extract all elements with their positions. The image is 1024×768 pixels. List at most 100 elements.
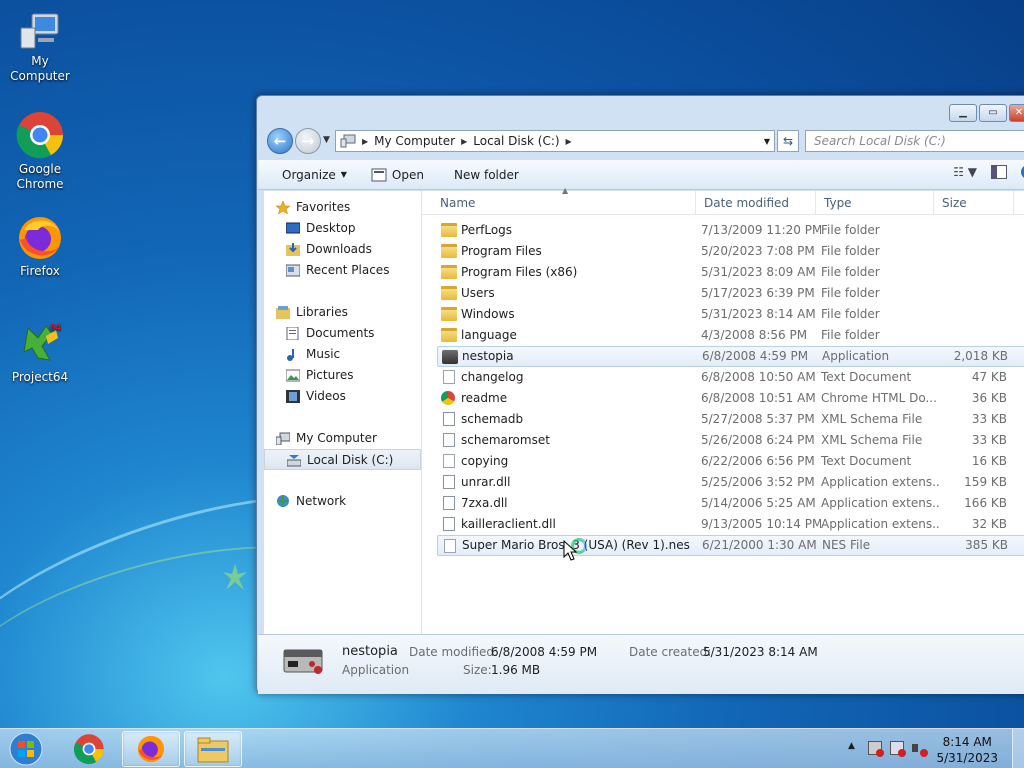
preview-pane-icon[interactable] [991, 165, 1007, 179]
nav-label: Favorites [296, 200, 351, 214]
explorer-window[interactable]: ▁ ▭ ✕ ← → ▼ ▶ My Computer ▶ Local Disk (… [256, 95, 1024, 694]
start-button[interactable] [4, 731, 48, 767]
nav-libraries[interactable]: Libraries [264, 302, 421, 323]
maximize-button[interactable]: ▭ [979, 104, 1007, 122]
column-headers: ▲ Name Date modified Type Size [422, 186, 1024, 215]
file-row[interactable]: readme 6/8/2008 10:51 AM Chrome HTML Do...… [437, 388, 1024, 409]
back-button[interactable]: ← [267, 128, 293, 154]
nav-music[interactable]: Music [264, 344, 421, 365]
desktop-icon-my-computer[interactable]: My Computer [0, 10, 80, 84]
nav-label: Libraries [296, 305, 348, 319]
nav-local-disk[interactable]: Local Disk (C:) [264, 449, 421, 470]
desktop-icon-project64[interactable]: 64 Project64 [0, 320, 80, 385]
nav-my-computer[interactable]: My Computer [264, 428, 421, 449]
close-button[interactable]: ✕ [1009, 104, 1024, 122]
computer-small-icon [340, 134, 356, 148]
file-type: File folder [821, 307, 880, 321]
file-type: NES File [822, 538, 871, 552]
file-name: schemadb [461, 412, 524, 426]
recent-places-icon [286, 264, 300, 277]
desktop-icon-firefox[interactable]: Firefox [0, 214, 80, 279]
chrome-file-icon [441, 391, 455, 405]
breadcrumb-chevron-icon[interactable]: ▶ [459, 137, 469, 146]
column-header-type[interactable]: Type [816, 191, 934, 215]
svg-text:64: 64 [50, 323, 62, 332]
file-date: 5/14/2006 5:25 AM [701, 496, 816, 510]
file-date: 6/8/2008 10:50 AM [701, 370, 816, 384]
file-size: 36 KB [971, 391, 1007, 405]
file-name: Program Files [461, 244, 542, 258]
file-icon [443, 412, 455, 426]
arrow-left-icon: ← [273, 132, 287, 150]
new-folder-button[interactable]: New folder [436, 168, 531, 182]
column-header-date[interactable]: Date modified [696, 191, 816, 215]
forward-button[interactable]: → [295, 128, 321, 154]
nav-label: Network [296, 494, 347, 508]
column-header-size[interactable]: Size [934, 191, 1014, 215]
address-bar[interactable]: ▶ My Computer ▶ Local Disk (C:) ▶ ▼ [335, 130, 775, 152]
file-type: XML Schema File [821, 433, 923, 447]
nav-documents[interactable]: Documents [264, 323, 421, 344]
desktop-icon-label: My Computer [10, 54, 70, 83]
nav-pictures[interactable]: Pictures [264, 365, 421, 386]
file-row[interactable]: nestopia 6/8/2008 4:59 PM Application 2,018… [437, 346, 1024, 367]
file-row[interactable]: Program Files 5/20/2023 7:08 PM File folde… [437, 241, 1024, 262]
nestopia-app-icon [283, 649, 323, 674]
nav-favorites[interactable]: Favorites [264, 197, 421, 218]
nav-downloads[interactable]: Downloads [264, 239, 421, 260]
file-name: schemaromset [461, 433, 550, 447]
show-desktop-button[interactable] [1012, 729, 1024, 768]
file-icon [443, 517, 455, 531]
minimize-button[interactable]: ▁ [949, 104, 977, 122]
breadcrumb-my-computer[interactable]: My Computer [370, 134, 459, 148]
file-row[interactable]: PerfLogs 7/13/2009 11:20 PM File folder [437, 220, 1024, 241]
file-row[interactable]: copying 6/22/2006 6:56 PM Text Document 16 … [437, 451, 1024, 472]
file-row[interactable]: 7zxa.dll 5/14/2006 5:25 AM Application ext… [437, 493, 1024, 514]
network-tray-icon[interactable] [890, 741, 906, 757]
chrome-icon [16, 112, 63, 159]
taskbar-firefox-button[interactable] [122, 731, 180, 767]
wallpaper-leaf [223, 564, 247, 590]
computer-small-icon [276, 432, 290, 445]
file-date: 6/21/2000 1:30 AM [702, 538, 817, 552]
file-row[interactable]: Windows 5/31/2023 8:14 AM File folder [437, 304, 1024, 325]
file-row[interactable]: schemadb 5/27/2008 5:37 PM XML Schema File… [437, 409, 1024, 430]
tray-expand-icon[interactable]: ▲ [848, 741, 855, 751]
action-center-icon[interactable] [868, 741, 884, 757]
file-row[interactable]: schemaromset 5/26/2008 6:24 PM XML Schema … [437, 430, 1024, 451]
nav-videos[interactable]: Videos [264, 386, 421, 407]
computer-icon [20, 13, 59, 49]
clock[interactable]: 8:14 AM 5/31/2023 [936, 734, 998, 766]
breadcrumb-chevron-icon[interactable]: ▶ [564, 137, 574, 146]
file-row[interactable]: changelog 6/8/2008 10:50 AM Text Document 4… [437, 367, 1024, 388]
recent-pages-dropdown[interactable]: ▼ [323, 135, 330, 145]
file-type: File folder [821, 223, 880, 237]
file-row[interactable]: language 4/3/2008 8:56 PM File folder [437, 325, 1024, 346]
file-row[interactable]: Program Files (x86) 5/31/2023 8:09 AM File… [437, 262, 1024, 283]
column-header-name[interactable]: Name [432, 191, 696, 215]
window-controls: ▁ ▭ ✕ [949, 104, 1024, 122]
desktop-icon-chrome[interactable]: Google Chrome [0, 110, 80, 192]
file-row[interactable]: Users 5/17/2023 6:39 PM File folder [437, 283, 1024, 304]
nav-network[interactable]: Network [264, 491, 421, 512]
file-date: 5/27/2008 5:37 PM [701, 412, 815, 426]
file-row[interactable]: unrar.dll 5/25/2006 3:52 PM Application ex… [437, 472, 1024, 493]
taskbar-chrome-button[interactable] [60, 731, 118, 767]
taskbar-explorer-button[interactable] [184, 731, 242, 767]
organize-label: Organize [282, 167, 336, 182]
organize-button[interactable]: Organize ▼ [258, 168, 359, 182]
volume-muted-icon[interactable] [912, 741, 928, 757]
file-row[interactable]: kailleraclient.dll 9/13/2005 10:14 PM Appl… [437, 514, 1024, 535]
refresh-button[interactable]: ⇆ [777, 130, 799, 152]
address-dropdown-icon[interactable]: ▼ [764, 137, 770, 146]
application-icon [442, 350, 458, 364]
nav-desktop[interactable]: Desktop [264, 218, 421, 239]
file-row[interactable]: Super Mario Bros. 3 (USA) (Rev 1).nes 6/2… [437, 535, 1024, 556]
breadcrumb-chevron-icon[interactable]: ▶ [360, 137, 370, 146]
breadcrumb-local-disk[interactable]: Local Disk (C:) [469, 134, 563, 148]
file-type: Text Document [821, 454, 912, 468]
open-button[interactable]: Open [359, 168, 436, 182]
nav-recent-places[interactable]: Recent Places [264, 260, 421, 281]
search-input[interactable]: Search Local Disk (C:) [805, 130, 1024, 152]
view-options-icon[interactable]: ☷ ▼ [953, 165, 977, 179]
